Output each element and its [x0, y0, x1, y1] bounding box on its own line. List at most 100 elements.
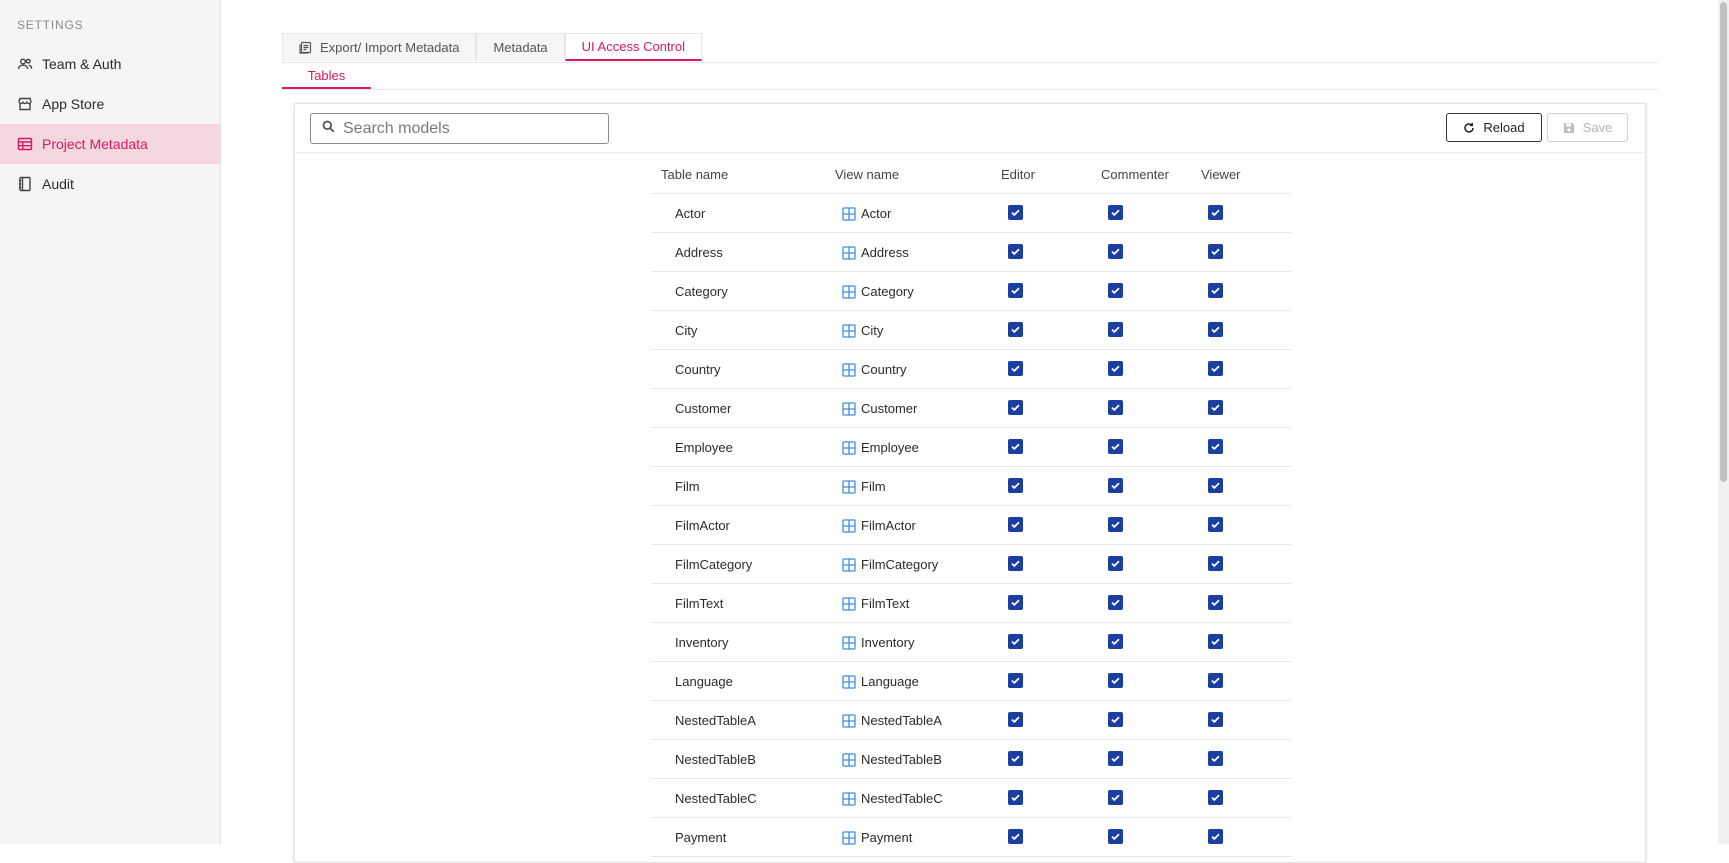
viewer-checkbox[interactable]: [1208, 673, 1223, 688]
viewer-checkbox[interactable]: [1208, 439, 1223, 454]
table-row: City City: [651, 311, 1291, 350]
viewer-checkbox[interactable]: [1208, 829, 1223, 844]
editor-checkbox[interactable]: [1008, 400, 1023, 415]
viewer-checkbox[interactable]: [1208, 595, 1223, 610]
commenter-checkbox[interactable]: [1108, 400, 1123, 415]
viewer-checkbox[interactable]: [1208, 244, 1223, 259]
view-name-label: Address: [861, 245, 909, 260]
card-divider: [295, 152, 1645, 153]
editor-checkbox[interactable]: [1008, 751, 1023, 766]
sidebar-item-label: App Store: [42, 96, 105, 112]
table-row: Address Address: [651, 233, 1291, 272]
reload-icon: [1463, 122, 1475, 134]
search-input[interactable]: [341, 118, 595, 139]
viewer-checkbox[interactable]: [1208, 556, 1223, 571]
editor-checkbox[interactable]: [1008, 556, 1023, 571]
view-name-cell: Language: [842, 674, 919, 689]
viewer-checkbox[interactable]: [1208, 751, 1223, 766]
save-button[interactable]: Save: [1547, 113, 1628, 142]
commenter-checkbox[interactable]: [1108, 829, 1123, 844]
viewer-checkbox[interactable]: [1208, 322, 1223, 337]
tab-metadata[interactable]: Metadata: [476, 33, 565, 61]
table-row: FilmText FilmText: [651, 584, 1291, 623]
view-name-label: NestedTableC: [861, 791, 943, 806]
viewer-checkbox[interactable]: [1208, 712, 1223, 727]
table-row: NestedTableA NestedTableA: [651, 701, 1291, 740]
export-icon: [299, 41, 312, 54]
commenter-checkbox[interactable]: [1108, 712, 1123, 727]
editor-checkbox[interactable]: [1008, 244, 1023, 259]
scrollbar-thumb[interactable]: [1720, 2, 1727, 482]
reload-button[interactable]: Reload: [1446, 113, 1542, 142]
commenter-checkbox[interactable]: [1108, 478, 1123, 493]
tab-export-import-metadata[interactable]: Export/ Import Metadata: [282, 33, 477, 61]
editor-checkbox[interactable]: [1008, 634, 1023, 649]
editor-checkbox[interactable]: [1008, 283, 1023, 298]
commenter-checkbox[interactable]: [1108, 556, 1123, 571]
editor-checkbox[interactable]: [1008, 205, 1023, 220]
grid-view-icon: [842, 596, 856, 611]
commenter-checkbox[interactable]: [1108, 283, 1123, 298]
view-name-cell: FilmCategory: [842, 557, 938, 572]
table-name-cell: NestedTableC: [675, 791, 757, 806]
table-row: FilmActor FilmActor: [651, 506, 1291, 545]
table-name-cell: Address: [675, 245, 723, 260]
table-row: Category Category: [651, 272, 1291, 311]
commenter-checkbox[interactable]: [1108, 205, 1123, 220]
page-scrollbar[interactable]: [1718, 0, 1729, 844]
sidebar-item-label: Project Metadata: [42, 136, 148, 152]
view-name-cell: Inventory: [842, 635, 914, 650]
table-row: Country Country: [651, 350, 1291, 389]
editor-checkbox[interactable]: [1008, 595, 1023, 610]
editor-checkbox[interactable]: [1008, 517, 1023, 532]
commenter-checkbox[interactable]: [1108, 634, 1123, 649]
editor-checkbox[interactable]: [1008, 322, 1023, 337]
sidebar-item-project-metadata[interactable]: Project Metadata: [0, 124, 221, 164]
viewer-checkbox[interactable]: [1208, 400, 1223, 415]
table-name-cell: Payment: [675, 830, 727, 845]
grid-view-icon: [842, 362, 856, 377]
commenter-checkbox[interactable]: [1108, 439, 1123, 454]
editor-checkbox[interactable]: [1008, 478, 1023, 493]
view-name-label: Category: [861, 284, 914, 299]
grid-view-icon: [842, 440, 856, 455]
commenter-checkbox[interactable]: [1108, 361, 1123, 376]
viewer-checkbox[interactable]: [1208, 790, 1223, 805]
tab-label: Metadata: [493, 40, 548, 55]
sidebar-item-app-store[interactable]: App Store: [0, 84, 221, 124]
commenter-checkbox[interactable]: [1108, 790, 1123, 805]
commenter-checkbox[interactable]: [1108, 517, 1123, 532]
editor-checkbox[interactable]: [1008, 829, 1023, 844]
view-name-label: Country: [861, 362, 907, 377]
commenter-checkbox[interactable]: [1108, 322, 1123, 337]
view-name-cell: NestedTableC: [842, 791, 943, 806]
editor-checkbox[interactable]: [1008, 790, 1023, 805]
editor-checkbox[interactable]: [1008, 439, 1023, 454]
viewer-checkbox[interactable]: [1208, 361, 1223, 376]
editor-checkbox[interactable]: [1008, 361, 1023, 376]
viewer-checkbox[interactable]: [1208, 634, 1223, 649]
sidebar-item-label: Team & Auth: [42, 56, 122, 72]
sidebar-item-team-auth[interactable]: Team & Auth: [0, 44, 221, 84]
table-name-cell: Inventory: [675, 635, 729, 650]
table-name-cell: Language: [675, 674, 733, 689]
tab-ui-access-control[interactable]: UI Access Control: [564, 33, 702, 61]
viewer-checkbox[interactable]: [1208, 283, 1223, 298]
sidebar-item-audit[interactable]: Audit: [0, 164, 221, 204]
editor-checkbox[interactable]: [1008, 712, 1023, 727]
viewer-checkbox[interactable]: [1208, 205, 1223, 220]
grid-view-icon: [842, 323, 856, 338]
commenter-checkbox[interactable]: [1108, 244, 1123, 259]
editor-checkbox[interactable]: [1008, 673, 1023, 688]
table-name-cell: Film: [675, 479, 700, 494]
commenter-checkbox[interactable]: [1108, 751, 1123, 766]
sidebar-item-label: Audit: [42, 176, 74, 192]
viewer-checkbox[interactable]: [1208, 517, 1223, 532]
commenter-checkbox[interactable]: [1108, 595, 1123, 610]
viewer-checkbox[interactable]: [1208, 478, 1223, 493]
view-name-cell: City: [842, 323, 883, 338]
table-name-cell: NestedTableA: [675, 713, 756, 728]
grid-view-icon: [842, 635, 856, 650]
subtab-tables[interactable]: Tables: [282, 63, 371, 89]
commenter-checkbox[interactable]: [1108, 673, 1123, 688]
